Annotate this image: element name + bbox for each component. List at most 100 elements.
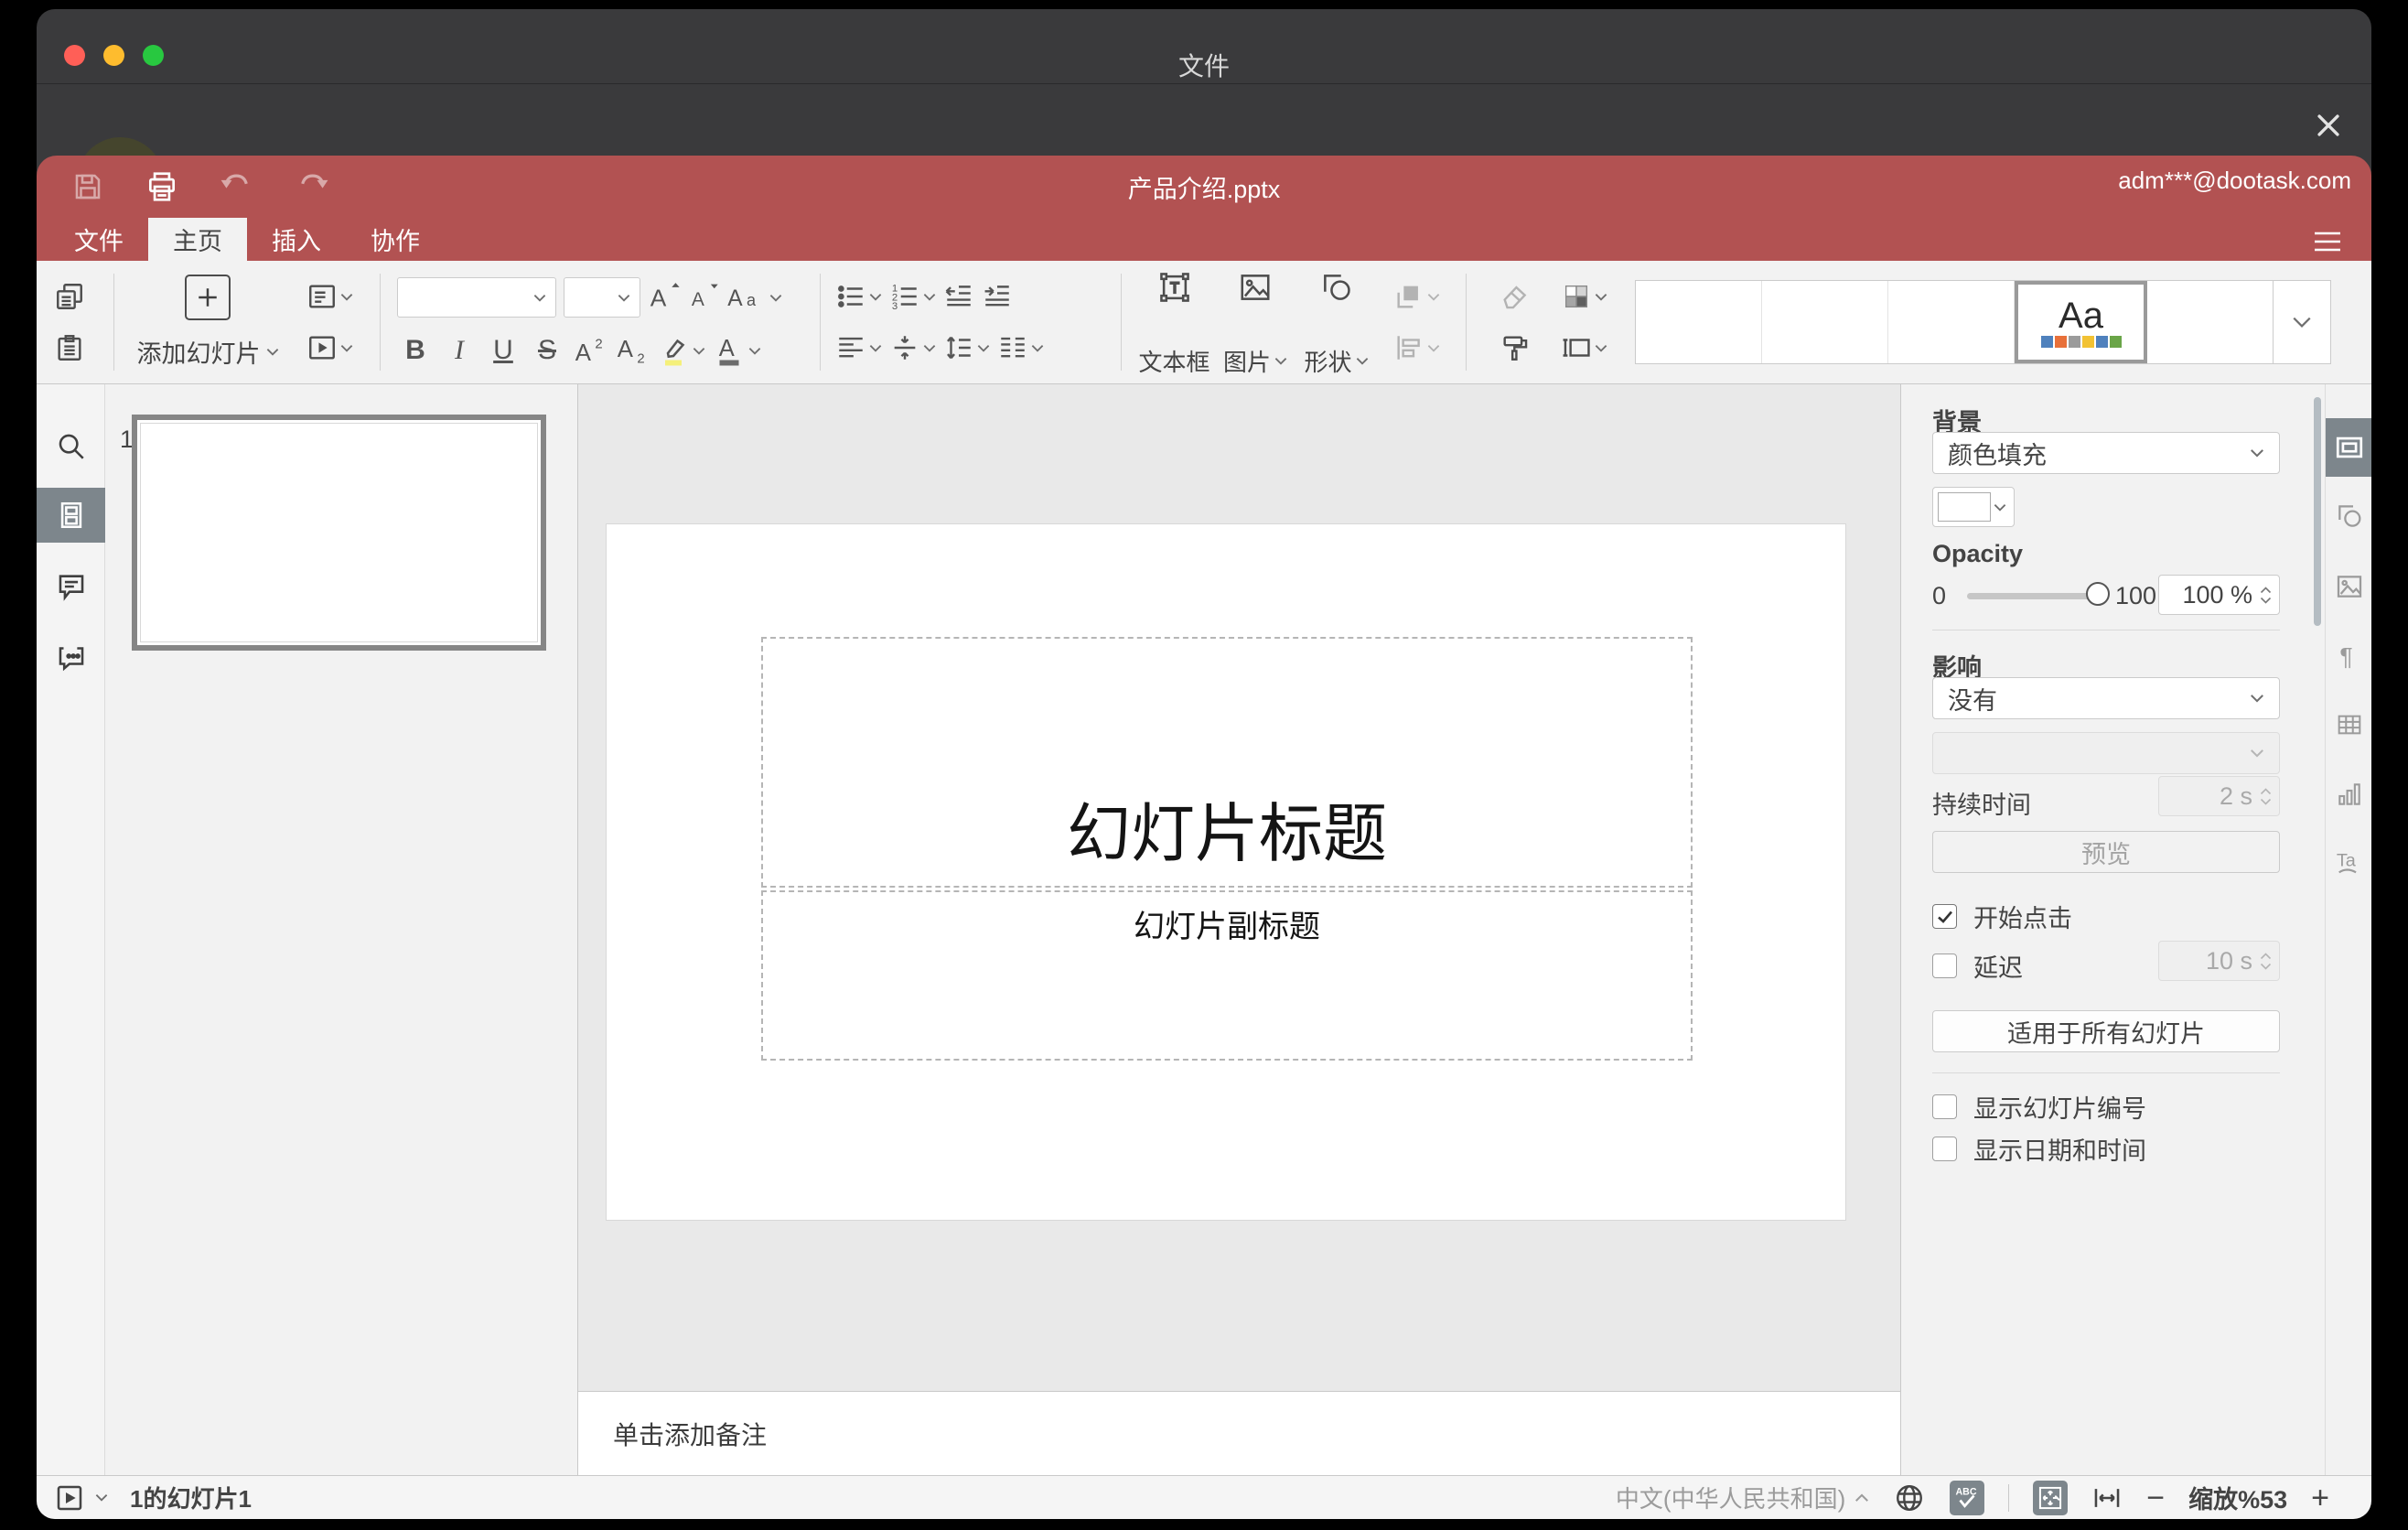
paragraph-settings-tab[interactable]: ¶ — [2326, 627, 2371, 685]
spell-check-button[interactable]: ABC — [1950, 1480, 1985, 1515]
search-panel-button[interactable] — [37, 419, 105, 474]
zoom-out-button[interactable]: − — [2146, 1482, 2165, 1514]
slide-canvas[interactable]: 幻灯片标题 幻灯片副标题 — [578, 384, 1900, 1391]
language-selector[interactable]: 中文(中华人民共和国) — [1616, 1481, 1869, 1514]
insert-textbox-button[interactable]: 文本框 — [1135, 261, 1214, 383]
panel-scrollbar[interactable] — [2314, 397, 2321, 626]
vertical-align-button[interactable] — [889, 332, 936, 363]
increase-font-size-button[interactable]: A — [648, 282, 681, 313]
background-color-swatch-button[interactable] — [1932, 487, 2015, 527]
bullet-list-button[interactable] — [835, 281, 882, 312]
subscript-icon: A2 — [618, 337, 645, 366]
theme-option-3[interactable] — [1888, 281, 2015, 363]
slide-size-icon — [1563, 339, 1590, 357]
arrange-shape-button[interactable] — [1393, 281, 1440, 312]
decrease-indent-button[interactable] — [943, 281, 974, 312]
align-shape-button[interactable] — [1393, 332, 1440, 363]
start-on-click-row[interactable]: 开始点击 — [1932, 899, 2072, 934]
tab-home[interactable]: 主页 — [148, 218, 247, 261]
theme-option-2[interactable] — [1762, 281, 1888, 363]
close-document-button[interactable] — [2307, 104, 2349, 146]
add-slide-label-button[interactable]: 添加幻灯片 — [137, 334, 279, 370]
opacity-steppers[interactable] — [2260, 586, 2272, 604]
increase-indent-button[interactable] — [982, 281, 1013, 312]
insert-image-button[interactable]: 图片 — [1216, 261, 1295, 383]
effect-value: 没有 — [1948, 686, 1997, 715]
textart-settings-tab[interactable]: Ta — [2326, 833, 2371, 891]
theme-option-5[interactable] — [2147, 281, 2273, 363]
opacity-spinbox[interactable]: 100 % — [2158, 575, 2280, 615]
change-layout-button[interactable] — [306, 281, 353, 312]
start-slideshow-button[interactable] — [306, 332, 353, 363]
subscript-button[interactable]: A2 — [615, 335, 650, 366]
font-name-combobox[interactable] — [397, 277, 556, 318]
columns-button[interactable] — [997, 332, 1044, 363]
show-date-time-row[interactable]: 显示日期和时间 — [1932, 1131, 2146, 1167]
tab-collaboration[interactable]: 协作 — [346, 218, 445, 261]
apply-to-all-slides-button[interactable]: 适用于所有幻灯片 — [1932, 1010, 2280, 1052]
font-size-combobox[interactable] — [564, 277, 640, 318]
set-document-language-button[interactable] — [1893, 1482, 1926, 1514]
fit-to-width-button[interactable] — [2091, 1482, 2123, 1514]
decrease-font-size-button[interactable]: A — [688, 282, 719, 313]
paste-button[interactable] — [54, 332, 85, 363]
numbered-list-button[interactable]: 123 — [889, 281, 936, 312]
show-slide-number-checkbox[interactable] — [1932, 1094, 1957, 1119]
show-slide-number-row[interactable]: 显示幻灯片编号 — [1932, 1089, 2146, 1125]
change-case-button[interactable]: Aa — [726, 282, 782, 313]
theme-option-1[interactable] — [1636, 281, 1762, 363]
start-slideshow-status-button[interactable] — [55, 1483, 84, 1513]
slide-page[interactable]: 幻灯片标题 幻灯片副标题 — [606, 523, 1846, 1221]
italic-button[interactable]: I — [441, 335, 478, 366]
slide-thumbnail[interactable] — [132, 415, 546, 651]
zoom-in-button[interactable]: + — [2311, 1482, 2329, 1514]
comments-panel-button[interactable] — [37, 559, 105, 614]
clear-style-button[interactable] — [1500, 281, 1531, 312]
table-settings-icon — [2338, 715, 2360, 735]
opacity-slider-thumb[interactable] — [2086, 582, 2110, 606]
columns-icon — [1001, 337, 1025, 358]
account-email[interactable]: adm***@dootask.com — [2118, 167, 2351, 195]
add-slide-button[interactable] — [185, 275, 231, 320]
chat-panel-button[interactable] — [37, 629, 105, 684]
slide-size-button[interactable] — [1561, 332, 1607, 363]
title-placeholder[interactable]: 幻灯片标题 — [761, 637, 1693, 888]
highlight-color-button[interactable] — [657, 334, 705, 367]
slide-settings-tab[interactable] — [2326, 418, 2371, 477]
theme-colors-button[interactable] — [1561, 281, 1607, 312]
slides-panel-button[interactable] — [37, 488, 105, 543]
app-window: 文件 产品介绍.pptx adm***@dootask.com 文件 主页 插入… — [37, 9, 2371, 1519]
subtitle-placeholder[interactable]: 幻灯片副标题 — [761, 890, 1693, 1061]
background-fill-select[interactable]: 颜色填充 — [1932, 432, 2280, 474]
tab-file[interactable]: 文件 — [49, 218, 148, 261]
effect-select[interactable]: 没有 — [1932, 677, 2280, 719]
superscript-button[interactable]: A2 — [573, 335, 607, 366]
fit-to-slide-button[interactable] — [2033, 1480, 2069, 1515]
horizontal-align-button[interactable] — [835, 332, 882, 363]
image-settings-tab[interactable] — [2326, 557, 2371, 616]
font-color-button[interactable]: A — [713, 334, 761, 367]
strikethrough-button[interactable]: S — [529, 335, 565, 366]
copy-style-button[interactable] — [1500, 332, 1531, 363]
chart-settings-tab[interactable] — [2326, 765, 2371, 824]
opacity-slider-track[interactable] — [1967, 593, 2097, 599]
table-settings-tab[interactable] — [2326, 695, 2371, 754]
delay-checkbox[interactable] — [1932, 954, 1957, 978]
theme-gallery-expand-button[interactable] — [2273, 281, 2330, 363]
theme-option-selected[interactable]: Aa — [2015, 281, 2147, 363]
shape-settings-tab[interactable] — [2326, 487, 2371, 545]
notes-area[interactable]: 单击添加备注 — [578, 1391, 1900, 1475]
view-settings-button[interactable] — [2313, 232, 2342, 252]
bold-button[interactable]: B — [397, 335, 434, 366]
language-label: 中文(中华人民共和国) — [1615, 1485, 1846, 1513]
chevron-down-icon[interactable] — [95, 1493, 108, 1502]
insert-shape-button[interactable]: 形状 — [1297, 261, 1376, 383]
copy-button[interactable] — [54, 281, 85, 312]
chevron-down-icon — [2260, 597, 2272, 604]
delay-row[interactable]: 延迟 — [1932, 948, 2023, 984]
underline-button[interactable]: U — [485, 335, 521, 366]
start-on-click-checkbox[interactable] — [1932, 904, 1957, 929]
tab-insert[interactable]: 插入 — [247, 218, 346, 261]
show-date-time-checkbox[interactable] — [1932, 1137, 1957, 1161]
line-spacing-button[interactable] — [943, 332, 990, 363]
